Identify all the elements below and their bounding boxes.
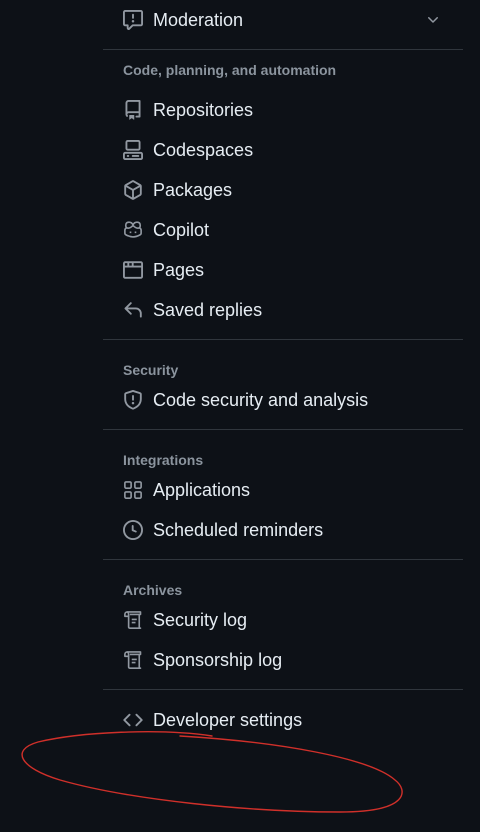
sidebar-item-label: Codespaces [153,139,254,160]
sidebar-item-code-security[interactable]: Code security and analysis [103,380,463,420]
log-icon [123,650,143,670]
clock-icon [123,520,143,540]
sidebar-item-label: Security log [153,609,248,630]
code-icon [123,710,143,730]
apps-icon [123,480,143,500]
log-icon [123,610,143,630]
sidebar-item-saved-replies[interactable]: Saved replies [103,290,463,330]
sidebar-item-applications[interactable]: Applications [103,470,463,510]
sidebar-item-label: Applications [153,479,251,500]
sidebar-item-developer-settings[interactable]: Developer settings [103,700,463,740]
sidebar-item-codespaces[interactable]: Codespaces [103,130,463,170]
sidebar-item-pages[interactable]: Pages [103,250,463,290]
sidebar-item-scheduled-reminders[interactable]: Scheduled reminders [103,510,463,550]
settings-sidebar: Moderation Code, planning, and automatio… [103,0,463,740]
sidebar-item-label: Packages [153,179,233,200]
sidebar-item-label: Scheduled reminders [153,519,324,540]
sidebar-item-label: Moderation [153,9,244,30]
shield-icon [123,390,143,410]
report-icon [123,10,143,30]
sidebar-item-label: Pages [153,259,205,280]
divider [103,689,463,690]
codespaces-icon [123,140,143,160]
sidebar-item-label: Repositories [153,99,254,120]
sidebar-item-label: Saved replies [153,299,263,320]
sidebar-item-label: Copilot [153,219,210,240]
repo-icon [123,100,143,120]
copilot-icon [123,220,143,240]
sidebar-item-label: Sponsorship log [153,649,283,670]
sidebar-item-sponsorship-log[interactable]: Sponsorship log [103,640,463,680]
chevron-down-icon[interactable] [425,12,441,28]
sidebar-item-security-log[interactable]: Security log [103,600,463,640]
package-icon [123,180,143,200]
reply-icon [123,300,143,320]
sidebar-item-packages[interactable]: Packages [103,170,463,210]
sidebar-item-label: Code security and analysis [153,389,369,410]
sidebar-item-copilot[interactable]: Copilot [103,210,463,250]
section-title-code-planning: Code, planning, and automation [123,62,337,78]
sidebar-item-label: Developer settings [153,709,303,730]
sidebar-item-moderation[interactable]: Moderation [103,0,463,40]
sidebar-item-repositories[interactable]: Repositories [103,90,463,130]
browser-icon [123,260,143,280]
